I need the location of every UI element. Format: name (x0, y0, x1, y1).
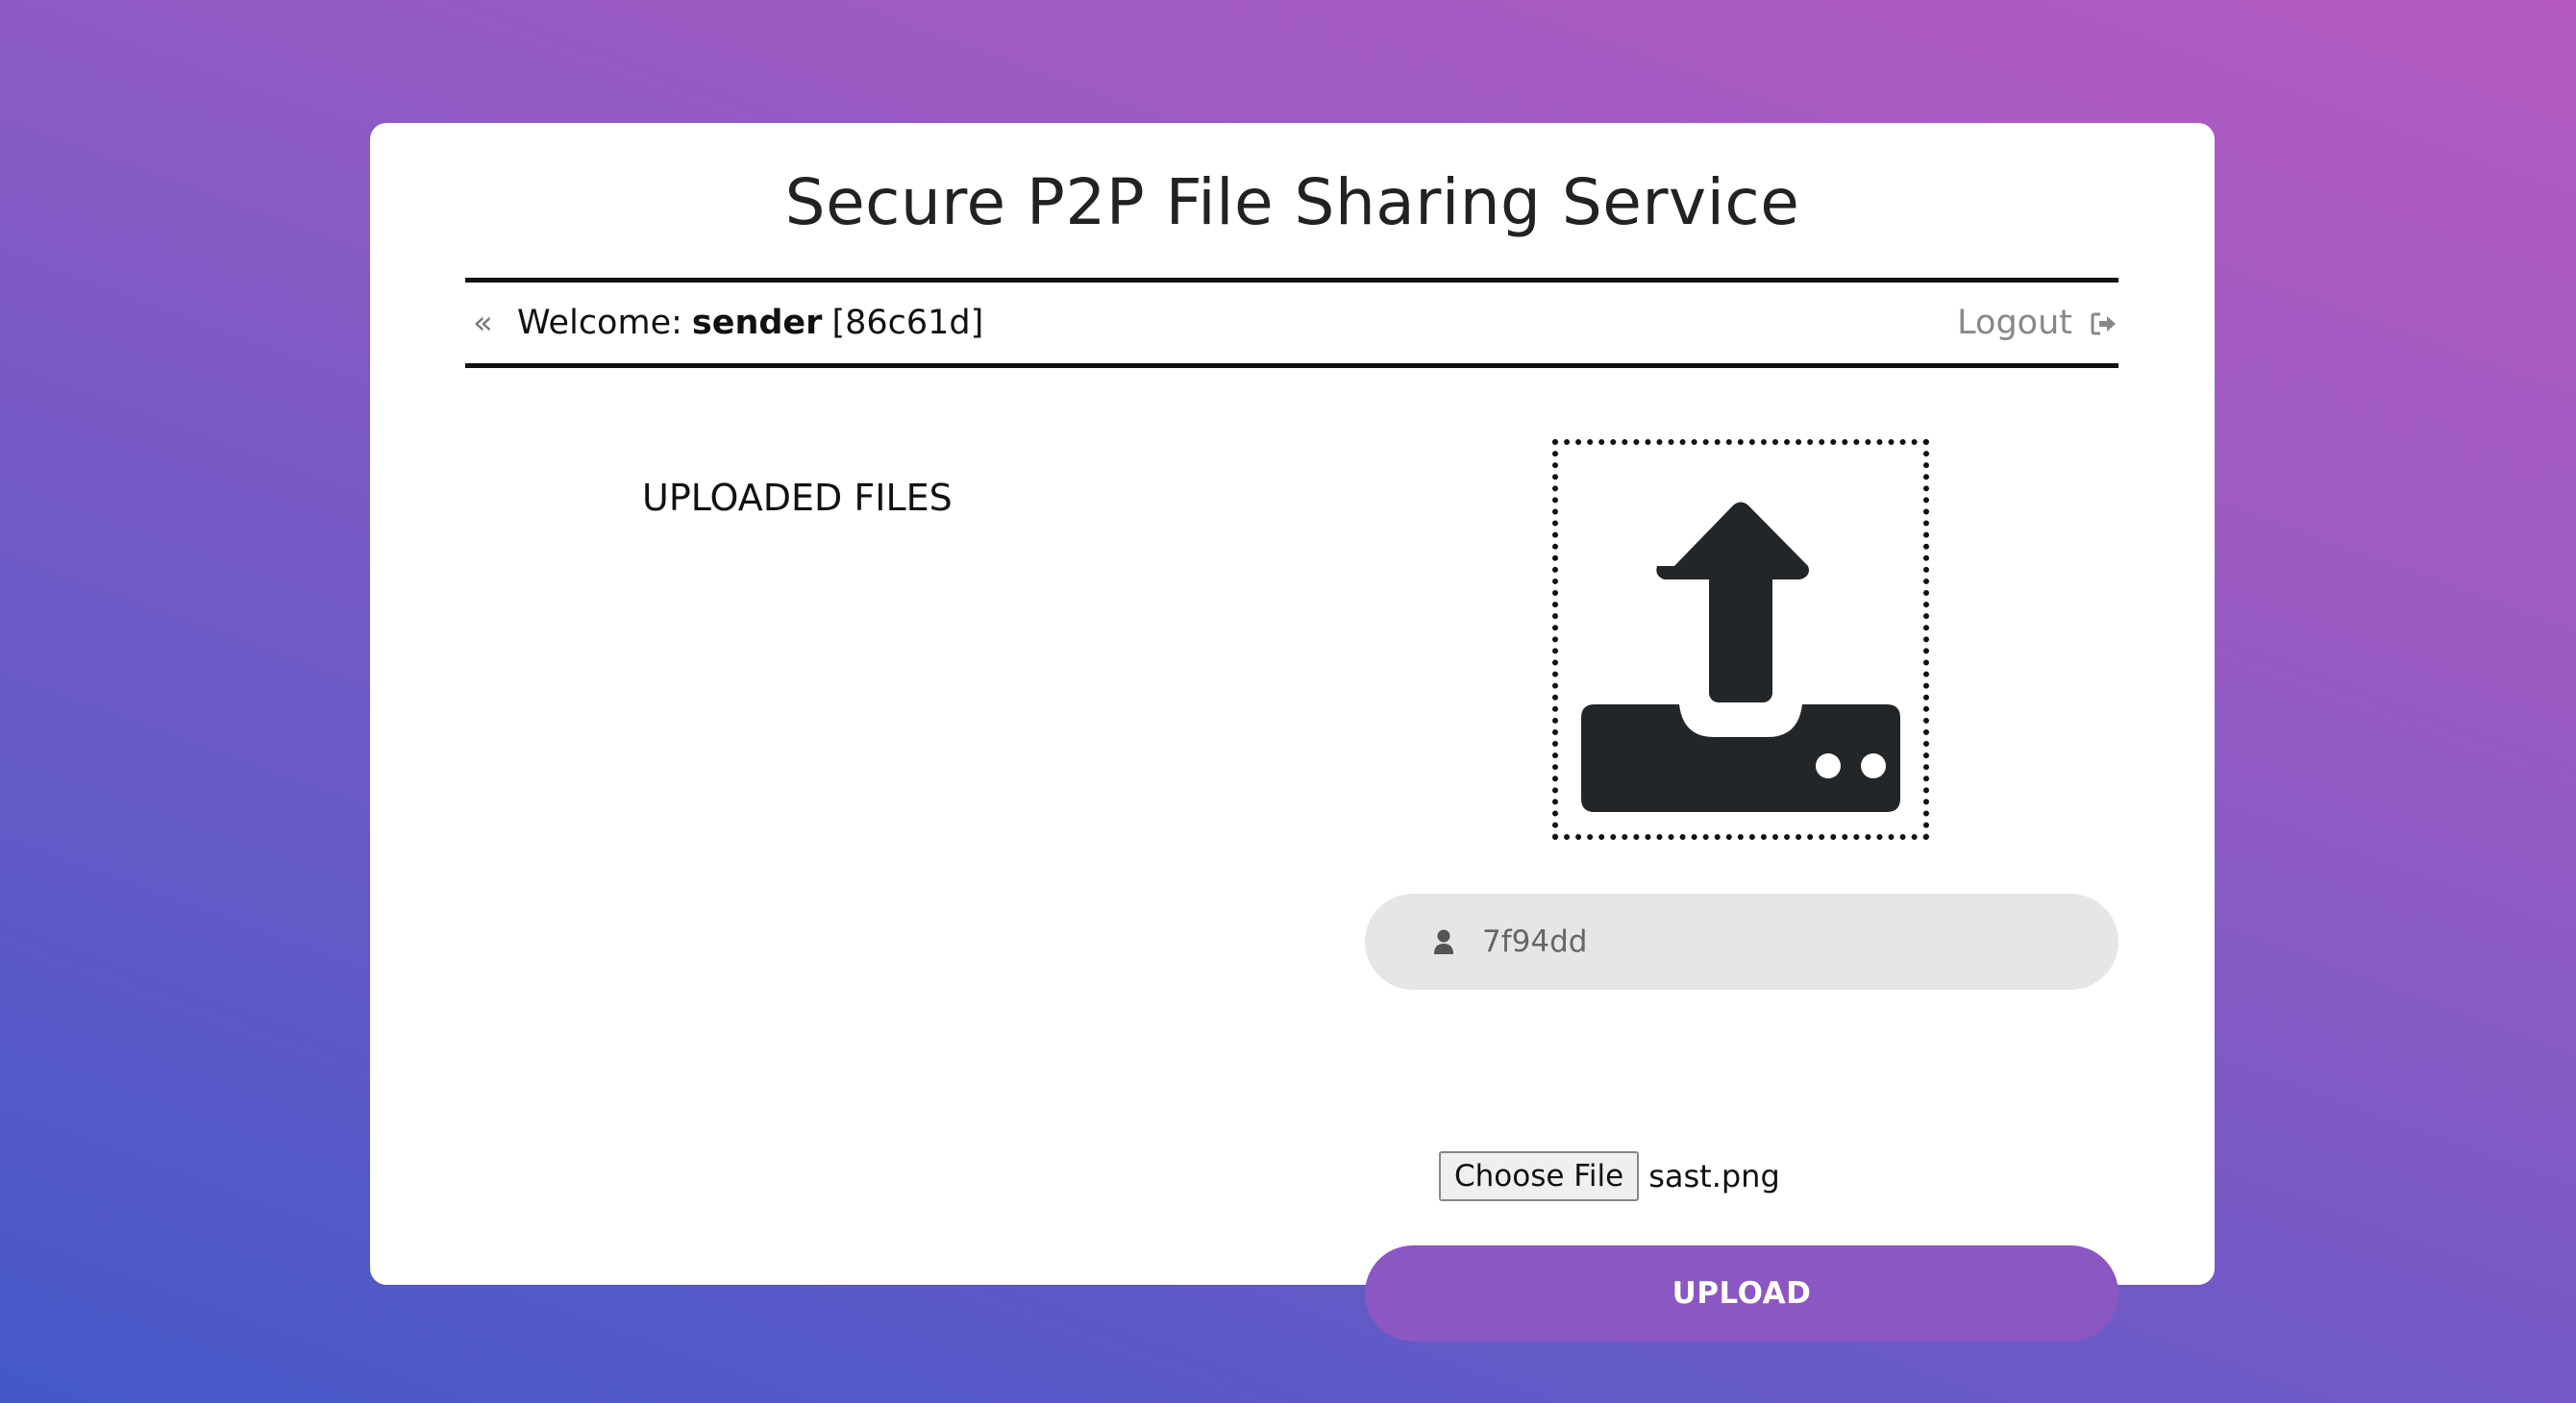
choose-file-button[interactable]: Choose File (1439, 1151, 1640, 1201)
file-picker: Choose File sast.png (1439, 1151, 1780, 1201)
upload-dropzone[interactable] (1552, 439, 1929, 840)
header-bottom-rule (465, 363, 2118, 368)
username: sender (691, 304, 823, 342)
uploaded-files-heading: UPLOADED FILES (642, 477, 953, 519)
double-chevron-left-icon[interactable]: « (473, 307, 502, 339)
recipient-id-field[interactable] (1365, 894, 2118, 990)
welcome-info: « Welcome: sender [86c61d] (465, 304, 983, 342)
recipient-id-input[interactable] (1480, 923, 2061, 960)
selected-file-name: sast.png (1648, 1158, 1780, 1194)
welcome-bar: « Welcome: sender [86c61d] Logout (465, 283, 2118, 363)
main-card: Secure P2P File Sharing Service « Welcom… (370, 123, 2215, 1341)
sign-out-icon (2090, 308, 2118, 337)
user-id: [86c61d] (831, 304, 984, 342)
page-title: Secure P2P File Sharing Service (784, 165, 1800, 239)
upload-tray-icon (1581, 502, 1900, 812)
user-icon (1432, 928, 1455, 955)
upload-button[interactable]: UPLOAD (1365, 1245, 2118, 1341)
logout-label: Logout (1957, 304, 2072, 342)
welcome-prefix: Welcome: (517, 304, 682, 342)
logout-link[interactable]: Logout (1957, 304, 2118, 342)
